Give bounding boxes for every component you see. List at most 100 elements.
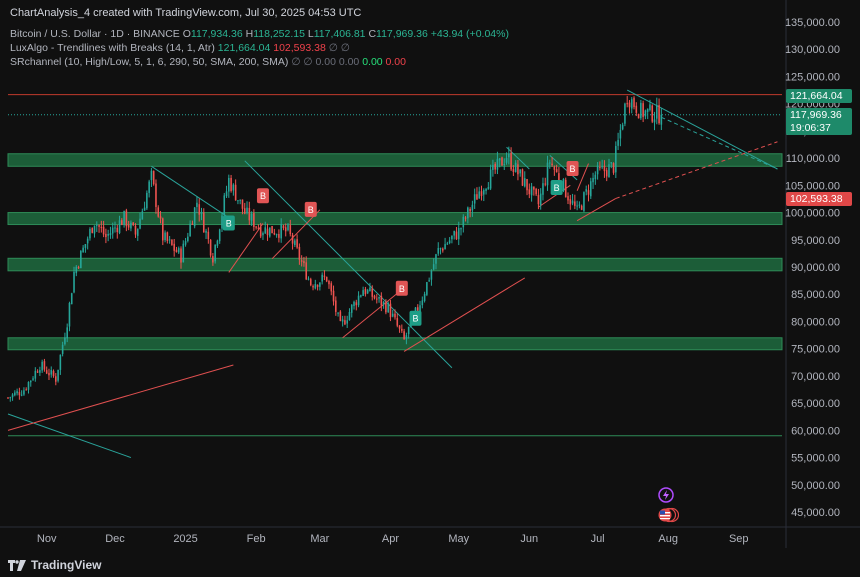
candle-body bbox=[27, 381, 30, 390]
candle-body bbox=[576, 205, 578, 207]
low-value: 117,406.81 bbox=[313, 28, 366, 40]
candle-body bbox=[182, 243, 185, 263]
candle-body bbox=[473, 194, 476, 204]
candle-body bbox=[603, 165, 606, 172]
candle-body bbox=[294, 240, 296, 245]
candle-body bbox=[198, 204, 201, 215]
candle-body bbox=[460, 228, 462, 230]
candle-body bbox=[50, 370, 53, 375]
candle-body bbox=[539, 193, 542, 205]
candle-body bbox=[432, 264, 435, 270]
price-tick-label: 125,000.00 bbox=[785, 71, 840, 83]
change-value: +43.94 (+0.04%) bbox=[430, 28, 509, 40]
candle-body bbox=[102, 226, 105, 235]
candle-body bbox=[489, 169, 492, 189]
candle-body bbox=[608, 164, 610, 178]
tradingview-footer[interactable]: TradingView bbox=[8, 558, 101, 572]
srchannel-legend-row[interactable]: SRchannel (10, High/Low, 5, 1, 6, 290, 5… bbox=[10, 56, 406, 68]
candle-body bbox=[482, 190, 485, 195]
candle-body bbox=[583, 192, 585, 211]
candle-body bbox=[146, 192, 148, 209]
candle-body bbox=[426, 282, 428, 295]
bolt-icon[interactable] bbox=[658, 487, 674, 503]
candle-body bbox=[487, 187, 490, 190]
candle-body bbox=[601, 166, 603, 168]
candle-body bbox=[291, 234, 294, 244]
candle-body bbox=[52, 371, 55, 377]
candle-body bbox=[635, 105, 638, 113]
candle-body bbox=[200, 211, 203, 214]
break-marker-label: B bbox=[412, 314, 418, 324]
price-tick-label: 85,000.00 bbox=[791, 289, 840, 301]
candle-body bbox=[496, 158, 499, 170]
candle-body bbox=[130, 222, 132, 229]
candle-body bbox=[212, 256, 214, 263]
candle-body bbox=[328, 280, 330, 285]
candle-body bbox=[339, 311, 342, 321]
candle-body bbox=[364, 289, 367, 295]
candle-body bbox=[309, 279, 312, 286]
time-tick-label: Mar bbox=[310, 533, 329, 545]
symbol-legend-row[interactable]: Bitcoin / U.S. Dollar · 1D · BINANCE O11… bbox=[10, 28, 509, 40]
candle-body bbox=[248, 207, 251, 221]
candle-body bbox=[353, 301, 355, 307]
srchannel-value-1: 0.00 bbox=[315, 56, 336, 68]
candle-body bbox=[617, 139, 619, 146]
candle-body bbox=[68, 303, 71, 327]
candle-body bbox=[389, 303, 392, 318]
tradingview-logo-icon bbox=[8, 559, 26, 571]
candle-body bbox=[621, 124, 624, 130]
candle-body bbox=[510, 152, 512, 170]
candle-body bbox=[257, 227, 260, 229]
price-tick-label: 90,000.00 bbox=[791, 262, 840, 274]
candle-body bbox=[16, 391, 18, 394]
candle-body bbox=[382, 302, 385, 305]
us-flag-icon[interactable] bbox=[657, 507, 679, 523]
high-value: 118,252.15 bbox=[253, 28, 305, 40]
break-marker-label: B bbox=[554, 183, 560, 193]
candle-body bbox=[32, 378, 34, 380]
candle-body bbox=[335, 300, 337, 312]
candle-body bbox=[407, 326, 410, 335]
candle-body bbox=[549, 162, 551, 164]
candle-body bbox=[512, 169, 515, 172]
time-tick-label: Sep bbox=[729, 533, 749, 545]
candle-body bbox=[225, 191, 228, 197]
candle-body bbox=[514, 162, 517, 173]
candle-body bbox=[542, 183, 544, 195]
bar-countdown-tag: 19:06:37 bbox=[786, 121, 852, 135]
candle-body bbox=[187, 236, 189, 242]
candle-body bbox=[89, 228, 91, 239]
candle-body bbox=[159, 216, 162, 219]
candle-body bbox=[503, 164, 506, 166]
candle-body bbox=[640, 102, 642, 119]
candle-body bbox=[275, 234, 278, 236]
candle-body bbox=[378, 297, 380, 299]
candle-body bbox=[177, 248, 180, 253]
price-chart[interactable]: BBBBBBB45,000.0050,000.0055,000.0060,000… bbox=[0, 0, 860, 577]
candle-body bbox=[455, 231, 458, 240]
luxalgo-legend-row[interactable]: LuxAlgo - Trendlines with Breaks (14, 1,… bbox=[10, 42, 350, 54]
break-marker-label: B bbox=[308, 205, 314, 215]
candle-body bbox=[624, 103, 626, 124]
candle-body bbox=[262, 233, 264, 236]
candle-body bbox=[585, 189, 588, 192]
candle-body bbox=[121, 220, 123, 226]
candle-body bbox=[155, 183, 157, 207]
candle-body bbox=[271, 226, 273, 234]
time-tick-label: Feb bbox=[247, 533, 266, 545]
candle-body bbox=[116, 227, 119, 233]
price-tick-label: 50,000.00 bbox=[791, 480, 840, 492]
candle-body bbox=[18, 392, 21, 396]
candle-body bbox=[280, 224, 282, 239]
close-value: 117,969.36 bbox=[376, 28, 428, 40]
srchannel-value-3: 0.00 bbox=[362, 56, 383, 68]
candle-body bbox=[250, 213, 253, 221]
candle-body bbox=[655, 105, 658, 119]
candle-body bbox=[464, 217, 467, 219]
candle-body bbox=[430, 270, 433, 280]
candle-body bbox=[592, 177, 594, 183]
candle-body bbox=[535, 188, 537, 195]
candle-body bbox=[82, 247, 84, 253]
candle-body bbox=[355, 302, 358, 306]
